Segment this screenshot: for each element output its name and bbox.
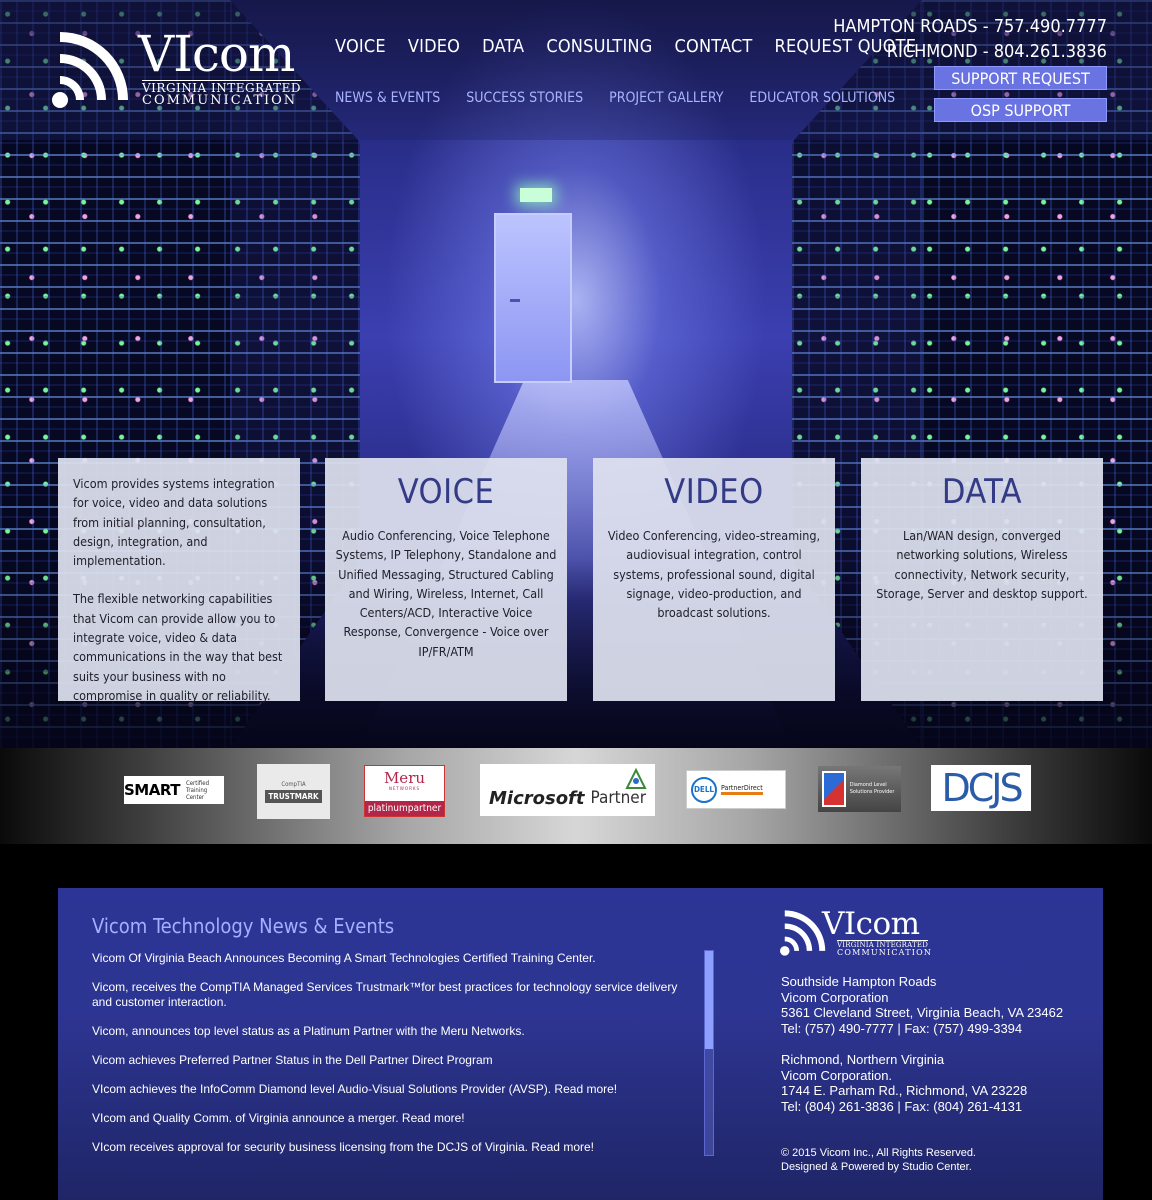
hallway-door — [494, 213, 572, 383]
address-richmond: Richmond, Northern Virginia Vicom Corpor… — [781, 1052, 1028, 1114]
dcjs-logo[interactable]: DCJS — [931, 765, 1031, 811]
support-request-button[interactable]: SUPPORT REQUEST — [934, 66, 1107, 90]
news-item[interactable]: Vicom achieves Preferred Partner Status … — [92, 1053, 688, 1068]
nav-project-gallery[interactable]: PROJECT GALLERY — [609, 90, 723, 106]
nav-video[interactable]: VIDEO — [408, 36, 460, 57]
microsoft-partner-logo[interactable]: Microsoft Partner — [480, 764, 655, 816]
phone-numbers: HAMPTON ROADS - 757.490.7777 RICHMOND - … — [833, 14, 1107, 64]
news-item[interactable]: Vicom Of Virginia Beach Announces Becomi… — [92, 951, 688, 966]
phone-richmond: RICHMOND - 804.261.3836 — [886, 41, 1107, 62]
partner-logos-strip: SMART Certified Training Center CompTIA … — [0, 748, 1152, 844]
avsp-diamond-logo[interactable]: Diamond Level Solutions Provider — [818, 766, 901, 812]
data-title[interactable]: DATA — [871, 472, 1093, 512]
intro-text-1: Vicom provides systems integration for v… — [73, 476, 275, 569]
intro-text-2: The flexible networking capabilities tha… — [73, 591, 283, 703]
data-panel[interactable]: DATA Lan/WAN design, converged networkin… — [861, 458, 1103, 701]
footer-logo: VIcom VIRGINIA INTEGRATED COMMUNICATION — [780, 906, 940, 958]
nav-voice[interactable]: VOICE — [335, 36, 386, 57]
news-item[interactable]: VIcom receives approval for security bus… — [92, 1140, 688, 1155]
wifi-logo-icon — [52, 32, 128, 108]
video-panel[interactable]: VIDEO Video Conferencing, video-streamin… — [593, 458, 835, 701]
site-logo[interactable]: VIcom VIRGINIA INTEGRATED COMMUNICATION — [52, 25, 304, 112]
sub-nav: NEWS & EVENTS SUCCESS STORIES PROJECT GA… — [335, 90, 895, 106]
nav-success-stories[interactable]: SUCCESS STORIES — [466, 90, 583, 106]
data-text: Lan/WAN design, converged networking sol… — [876, 528, 1088, 601]
news-item[interactable]: Vicom, receives the CompTIA Managed Serv… — [92, 980, 688, 1010]
dell-partnerdirect-logo[interactable]: DELL PartnerDirect — [686, 770, 786, 809]
intro-panel: Vicom provides systems integration for v… — [58, 458, 300, 703]
news-item[interactable]: Vicom, announces top level status as a P… — [92, 1024, 688, 1039]
main-nav: VOICE VIDEO DATA CONSULTING CONTACT REQU… — [335, 36, 916, 57]
avsp-icon — [822, 771, 846, 807]
microsoft-partner-icon — [625, 768, 647, 789]
voice-title[interactable]: VOICE — [335, 472, 557, 512]
news-scrollbar[interactable] — [704, 950, 714, 1156]
news-item[interactable]: VIcom and Quality Comm. of Virginia anno… — [92, 1111, 688, 1126]
credits-link[interactable]: Designed & Powered by Studio Center. — [781, 1161, 976, 1175]
osp-support-button[interactable]: OSP SUPPORT — [934, 98, 1107, 122]
voice-panel[interactable]: VOICE Audio Conferencing, Voice Telephon… — [325, 458, 567, 701]
smart-partner-logo[interactable]: SMART Certified Training Center — [124, 776, 224, 804]
news-list: Vicom Of Virginia Beach Announces Becomi… — [92, 951, 688, 1169]
voice-text: Audio Conferencing, Voice Telephone Syst… — [335, 528, 557, 659]
phone-hampton-roads: HAMPTON ROADS - 757.490.7777 — [833, 16, 1107, 37]
logo-brand: VIcom — [138, 25, 295, 83]
nav-consulting[interactable]: CONSULTING — [546, 36, 652, 57]
comptia-trustmark-logo[interactable]: CompTIA TRUSTMARK — [257, 764, 330, 819]
footer-logo-subtitle-2: COMMUNICATION — [837, 948, 933, 957]
news-item[interactable]: VIcom achieves the InfoComm Diamond leve… — [92, 1082, 688, 1097]
nav-contact[interactable]: CONTACT — [675, 36, 753, 57]
exit-sign — [520, 188, 552, 202]
copyright: © 2015 Vicom Inc., All Rights Reserved. … — [781, 1147, 976, 1175]
footer: Vicom Technology News & Events Vicom Of … — [58, 888, 1103, 1200]
news-title: Vicom Technology News & Events — [92, 914, 395, 938]
video-text: Video Conferencing, video-streaming, aud… — [607, 528, 821, 621]
nav-data[interactable]: DATA — [482, 36, 524, 57]
news-scrollbar-thumb[interactable] — [705, 951, 713, 1049]
nav-educator-solutions[interactable]: EDUCATOR SOLUTIONS — [749, 90, 895, 106]
video-title[interactable]: VIDEO — [603, 472, 825, 512]
meru-platinum-partner-logo[interactable]: Meru NETWORKS platinumpartner — [364, 765, 445, 817]
footer-logo-brand: VIcom — [822, 906, 920, 942]
logo-subtitle-2: COMMUNICATION — [142, 93, 298, 108]
nav-news-events[interactable]: NEWS & EVENTS — [335, 90, 440, 106]
address-hampton-roads: Southside Hampton Roads Vicom Corporatio… — [781, 974, 1064, 1036]
